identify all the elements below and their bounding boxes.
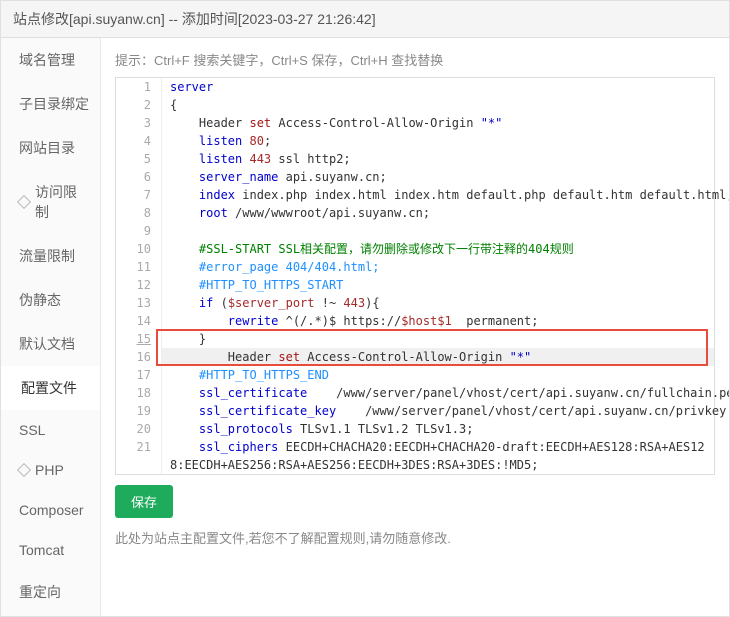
sidebar-item-12[interactable]: 重定向 xyxy=(1,570,100,614)
sidebar-item-11[interactable]: Tomcat xyxy=(1,530,100,570)
sidebar: 域名管理子目录绑定网站目录访问限制流量限制伪静态默认文档配置文件 SSL PHP Co… xyxy=(1,38,101,616)
sidebar-item-4[interactable]: 流量限制 xyxy=(1,234,100,278)
window-title: 站点修改[api.suyanw.cn] -- 添加时间[2023-03-27 2… xyxy=(1,1,729,38)
diamond-icon xyxy=(17,463,31,477)
sidebar-item-label: 域名管理 xyxy=(19,50,75,70)
sidebar-item-8[interactable]: SSL xyxy=(1,410,100,450)
sidebar-item-label: PHP xyxy=(35,462,64,478)
save-button[interactable]: 保存 xyxy=(115,485,173,518)
window: 站点修改[api.suyanw.cn] -- 添加时间[2023-03-27 2… xyxy=(0,0,730,617)
sidebar-item-13[interactable]: 反向代理 xyxy=(1,614,100,616)
sidebar-item-9[interactable]: PHP xyxy=(1,450,100,490)
highlighted-line: 16 Header set Access-Control-Allow-Origi… xyxy=(116,348,714,366)
hint-text: 提示：Ctrl+F 搜索关键字，Ctrl+S 保存，Ctrl+H 查找替换 xyxy=(115,50,715,69)
code-editor[interactable]: 1server 2{ 3 Header set Access-Control-A… xyxy=(115,77,715,475)
sidebar-item-label: SSL xyxy=(19,422,45,438)
sidebar-item-3[interactable]: 访问限制 xyxy=(1,170,100,234)
sidebar-item-label: 默认文档 xyxy=(19,334,75,354)
sidebar-item-label: 伪静态 xyxy=(19,290,61,310)
sidebar-item-label: 重定向 xyxy=(19,582,61,602)
sidebar-item-label: Tomcat xyxy=(19,542,64,558)
sidebar-item-2[interactable]: 网站目录 xyxy=(1,126,100,170)
sidebar-item-7[interactable]: 配置文件 xyxy=(1,366,100,410)
sidebar-item-label: 网站目录 xyxy=(19,138,75,158)
sidebar-item-label: Composer xyxy=(19,502,84,518)
footer-note: 此处为站点主配置文件,若您不了解配置规则,请勿随意修改. xyxy=(115,528,715,547)
diamond-icon xyxy=(17,195,31,209)
main-panel: 提示：Ctrl+F 搜索关键字，Ctrl+S 保存，Ctrl+H 查找替换 1s… xyxy=(101,38,729,616)
sidebar-item-label: 流量限制 xyxy=(19,246,75,266)
sidebar-item-label: 访问限制 xyxy=(35,182,90,222)
sidebar-item-label: 子目录绑定 xyxy=(19,94,89,114)
sidebar-item-1[interactable]: 子目录绑定 xyxy=(1,82,100,126)
sidebar-item-10[interactable]: Composer xyxy=(1,490,100,530)
sidebar-item-label: 配置文件 xyxy=(21,378,77,398)
sidebar-item-5[interactable]: 伪静态 xyxy=(1,278,100,322)
sidebar-item-0[interactable]: 域名管理 xyxy=(1,38,100,82)
sidebar-item-6[interactable]: 默认文档 xyxy=(1,322,100,366)
window-body: 域名管理子目录绑定网站目录访问限制流量限制伪静态默认文档配置文件 SSL PHP Co… xyxy=(1,38,729,616)
